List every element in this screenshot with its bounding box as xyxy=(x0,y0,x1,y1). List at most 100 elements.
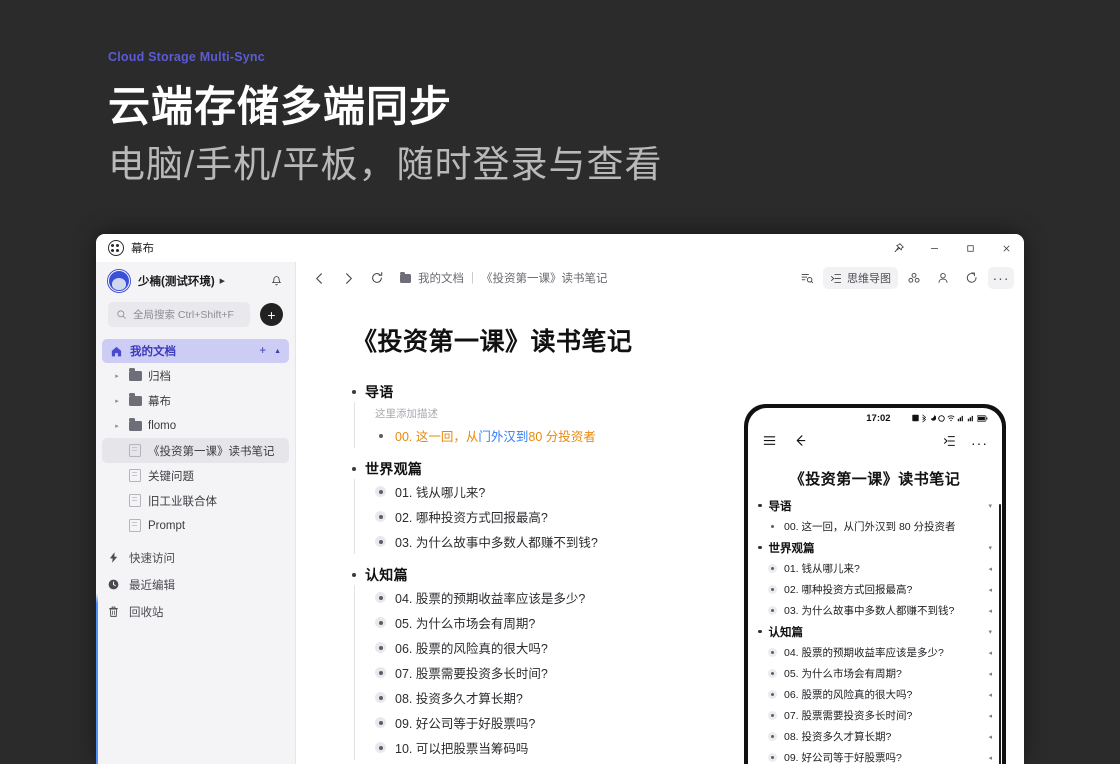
share-people-icon[interactable] xyxy=(901,267,927,289)
user-account-row[interactable]: 少楠(测试环境) ▶ xyxy=(96,262,295,300)
more-options-icon[interactable]: ··· xyxy=(988,267,1014,289)
add-new-button[interactable]: + xyxy=(260,303,283,326)
back-icon[interactable] xyxy=(312,271,327,286)
bullet-icon xyxy=(768,753,777,762)
outline-item-label: 01. 钱从哪儿来? xyxy=(395,482,485,501)
sidebar-doc-prompt[interactable]: Prompt xyxy=(102,513,289,538)
bullet-icon xyxy=(758,504,762,508)
bullet-icon xyxy=(768,690,777,699)
bullet-icon xyxy=(768,648,777,657)
outline-icon[interactable] xyxy=(943,434,957,453)
outline-heading[interactable]: 导语 xyxy=(352,382,1024,402)
expand-arrow-icon[interactable]: ▸ xyxy=(112,422,122,430)
back-icon[interactable] xyxy=(793,433,808,453)
phone-scrollbar[interactable] xyxy=(999,504,1001,764)
close-button[interactable] xyxy=(988,234,1024,262)
phone-outline-item[interactable]: 09. 好公司等于好股票吗? ◂ xyxy=(758,747,996,764)
item-arrow-icon[interactable]: ◂ xyxy=(988,649,992,657)
item-arrow-icon[interactable]: ◂ xyxy=(988,691,992,699)
phone-item-label: 08. 投资多久才算长期? xyxy=(784,729,891,744)
bullet-icon xyxy=(375,642,386,653)
phone-outline-heading[interactable]: 导语 ▾ xyxy=(758,495,996,516)
expand-arrow-icon[interactable]: ▸ xyxy=(112,397,122,405)
collapse-arrow-icon[interactable]: ▾ xyxy=(988,544,992,552)
phone-outline-item[interactable]: 02. 哪种投资方式回报最高? ◂ xyxy=(758,579,996,600)
phone-item-label: 09. 好公司等于好股票吗? xyxy=(784,750,902,764)
expand-arrow-icon[interactable]: ▸ xyxy=(112,372,122,380)
item-arrow-icon[interactable]: ◂ xyxy=(988,565,992,573)
phone-screen: 17:02 xyxy=(748,408,1002,764)
item-arrow-icon[interactable]: ◂ xyxy=(988,586,992,594)
collapse-icon[interactable]: ▲ xyxy=(274,348,281,355)
document-icon xyxy=(128,444,142,457)
hero-title: 云端存储多端同步 xyxy=(108,84,1008,130)
bullet-icon xyxy=(768,732,777,741)
bullet-icon xyxy=(375,511,386,522)
item-arrow-icon[interactable]: ◂ xyxy=(988,733,992,741)
menu-icon[interactable] xyxy=(762,433,777,453)
item-arrow-icon[interactable]: ◂ xyxy=(988,607,992,615)
add-doc-icon[interactable]: + xyxy=(259,345,266,357)
collaborator-icon[interactable] xyxy=(930,267,956,289)
folder-icon xyxy=(128,421,142,431)
folder-icon xyxy=(128,396,142,406)
collapse-arrow-icon[interactable]: ▾ xyxy=(988,502,992,510)
folder-icon xyxy=(128,371,142,381)
sidebar-folder-archive[interactable]: ▸ 归档 xyxy=(102,363,289,388)
item-arrow-icon[interactable]: ◂ xyxy=(988,712,992,720)
forward-icon[interactable] xyxy=(341,271,356,286)
sidebar-doc-label: Prompt xyxy=(148,520,185,532)
phone-outline-item[interactable]: 00. 这一回，从门外汉到 80 分投资者 xyxy=(758,516,996,537)
item-arrow-icon[interactable]: ◂ xyxy=(988,670,992,678)
phone-document-title: 《投资第一课》读书笔记 xyxy=(748,468,1002,489)
breadcrumb-folder[interactable]: 我的文档 xyxy=(418,270,464,286)
hero-subtitle: 电脑/手机/平板，随时登录与查看 xyxy=(108,144,1008,187)
sidebar-folder-flomo[interactable]: ▸ flomo xyxy=(102,413,289,438)
maximize-button[interactable] xyxy=(952,234,988,262)
refresh-icon[interactable] xyxy=(370,271,384,285)
bullet-icon xyxy=(758,546,762,550)
pin-window-button[interactable] xyxy=(880,234,916,262)
hero-eyebrow: Cloud Storage Multi-Sync xyxy=(108,50,1008,64)
phone-item-label: 05. 为什么市场会有周期? xyxy=(784,666,902,681)
sidebar-item-trash[interactable]: 回收站 xyxy=(96,598,295,625)
window-controls xyxy=(880,234,1024,262)
sidebar-folder-mubu[interactable]: ▸ 幕布 xyxy=(102,388,289,413)
avatar xyxy=(108,270,130,292)
phone-outline-item[interactable]: 04. 股票的预期收益率应该是多少? ◂ xyxy=(758,642,996,663)
item-arrow-icon[interactable]: ◂ xyxy=(988,754,992,762)
notification-bell-icon[interactable] xyxy=(270,275,283,288)
sidebar-doc-investment-notes[interactable]: 《投资第一课》读书笔记 xyxy=(102,438,289,463)
publish-share-icon[interactable] xyxy=(959,267,985,289)
collapse-arrow-icon[interactable]: ▾ xyxy=(988,628,992,636)
phone-outline-item[interactable]: 03. 为什么故事中多数人都赚不到钱? ◂ xyxy=(758,600,996,621)
breadcrumb-current: 《投资第一课》读书笔记 xyxy=(481,270,608,286)
phone-outline-heading[interactable]: 世界观篇 ▾ xyxy=(758,537,996,558)
search-input[interactable]: 全局搜索 Ctrl+Shift+F xyxy=(108,302,250,327)
phone-outline-item[interactable]: 05. 为什么市场会有周期? ◂ xyxy=(758,663,996,684)
sidebar-item-quick-access[interactable]: 快速访问 xyxy=(96,544,295,571)
outline-item-label: 08. 投资多久才算长期? xyxy=(395,688,523,707)
sidebar-item-my-documents[interactable]: 我的文档 + ▲ xyxy=(102,339,289,363)
mindmap-button[interactable]: 思维导图 xyxy=(823,267,898,289)
phone-item-label: 06. 股票的风险真的很大吗? xyxy=(784,687,912,702)
outline-search-icon[interactable] xyxy=(794,267,820,289)
phone-item-label: 04. 股票的预期收益率应该是多少? xyxy=(784,645,944,660)
sidebar-folder-label: 归档 xyxy=(148,368,171,384)
outline-heading-label: 认知篇 xyxy=(365,565,408,585)
phone-outline-heading[interactable]: 认知篇 ▾ xyxy=(758,621,996,642)
sidebar-doc-key-questions[interactable]: 关键问题 xyxy=(102,463,289,488)
phone-outline-item[interactable]: 06. 股票的风险真的很大吗? ◂ xyxy=(758,684,996,705)
outline-item-label: 09. 好公司等于好股票吗? xyxy=(395,713,535,732)
sidebar-doc-label: 旧工业联合体 xyxy=(148,493,217,509)
phone-outline-item[interactable]: 08. 投资多久才算长期? ◂ xyxy=(758,726,996,747)
bullet-icon xyxy=(768,564,777,573)
sidebar-item-recent-edits[interactable]: 最近编辑 xyxy=(96,571,295,598)
phone-outline-item[interactable]: 07. 股票需要投资多长时间? ◂ xyxy=(758,705,996,726)
minimize-button[interactable] xyxy=(916,234,952,262)
phone-outline-item[interactable]: 01. 钱从哪儿来? ◂ xyxy=(758,558,996,579)
content-toolbar: 我的文档 | 《投资第一课》读书笔记 思维导图 xyxy=(296,262,1024,294)
bolt-icon xyxy=(106,551,120,564)
sidebar-doc-old-industry[interactable]: 旧工业联合体 xyxy=(102,488,289,513)
bullet-icon xyxy=(375,742,386,753)
